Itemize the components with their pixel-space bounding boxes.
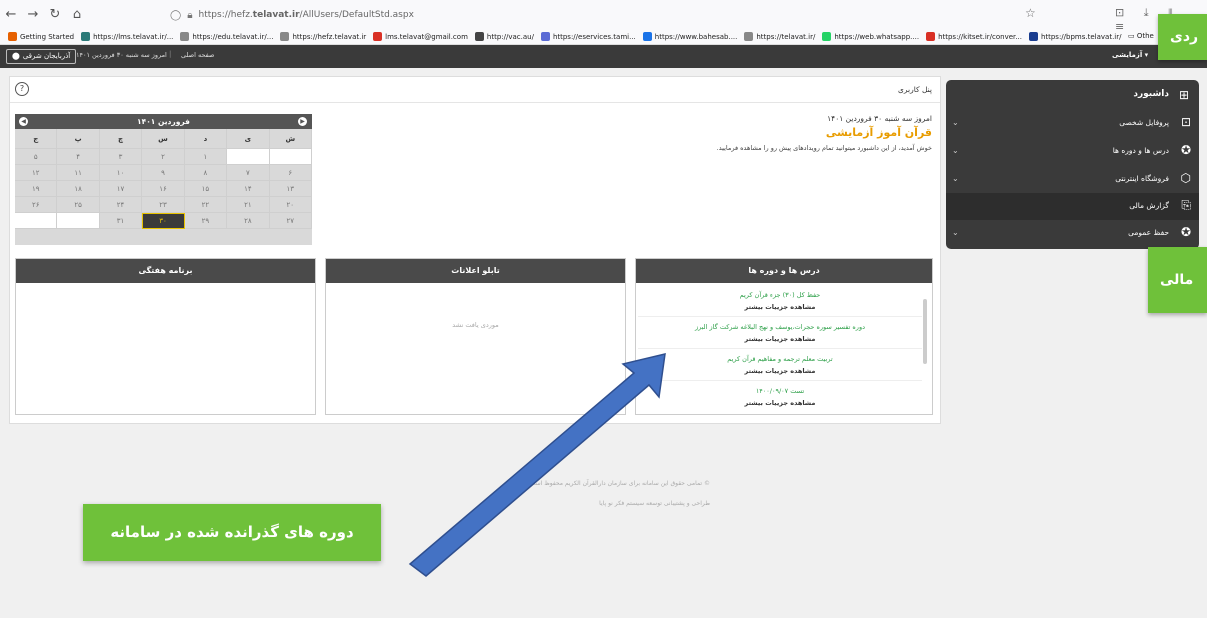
screenshot-root: ← → ↻ ⌂ ◯ 🔒︎ https://hefz.telavat.ir/All… [0, 0, 1207, 618]
annotation-callout: دوره های گذرانده شده در سامانه [83, 504, 381, 561]
